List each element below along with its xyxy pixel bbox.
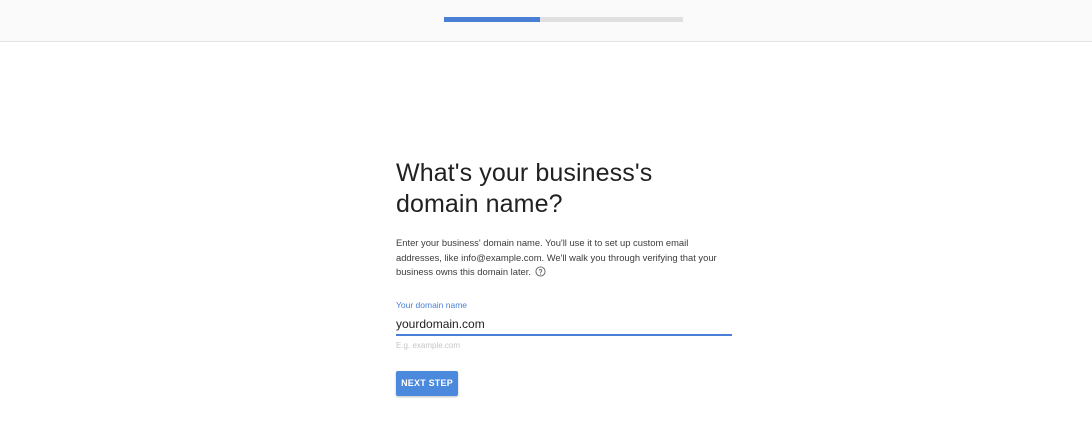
top-bar — [0, 0, 1092, 42]
domain-field-hint: E.g. example.com — [396, 340, 461, 350]
page-title: What's your business's domain name? — [396, 159, 653, 218]
description-body: Enter your business' domain name. You'll… — [396, 237, 717, 277]
question-circle-icon[interactable] — [535, 266, 546, 277]
domain-name-input[interactable] — [396, 316, 732, 336]
next-step-button[interactable]: NEXT STEP — [396, 370, 458, 396]
progress-bar-fill — [444, 17, 540, 22]
domain-form: What's your business's domain name? Ente… — [396, 158, 732, 396]
domain-field-label: Your domain name — [396, 299, 468, 310]
progress-bar — [444, 17, 683, 22]
description-text: Enter your business' domain name. You'll… — [396, 236, 732, 280]
